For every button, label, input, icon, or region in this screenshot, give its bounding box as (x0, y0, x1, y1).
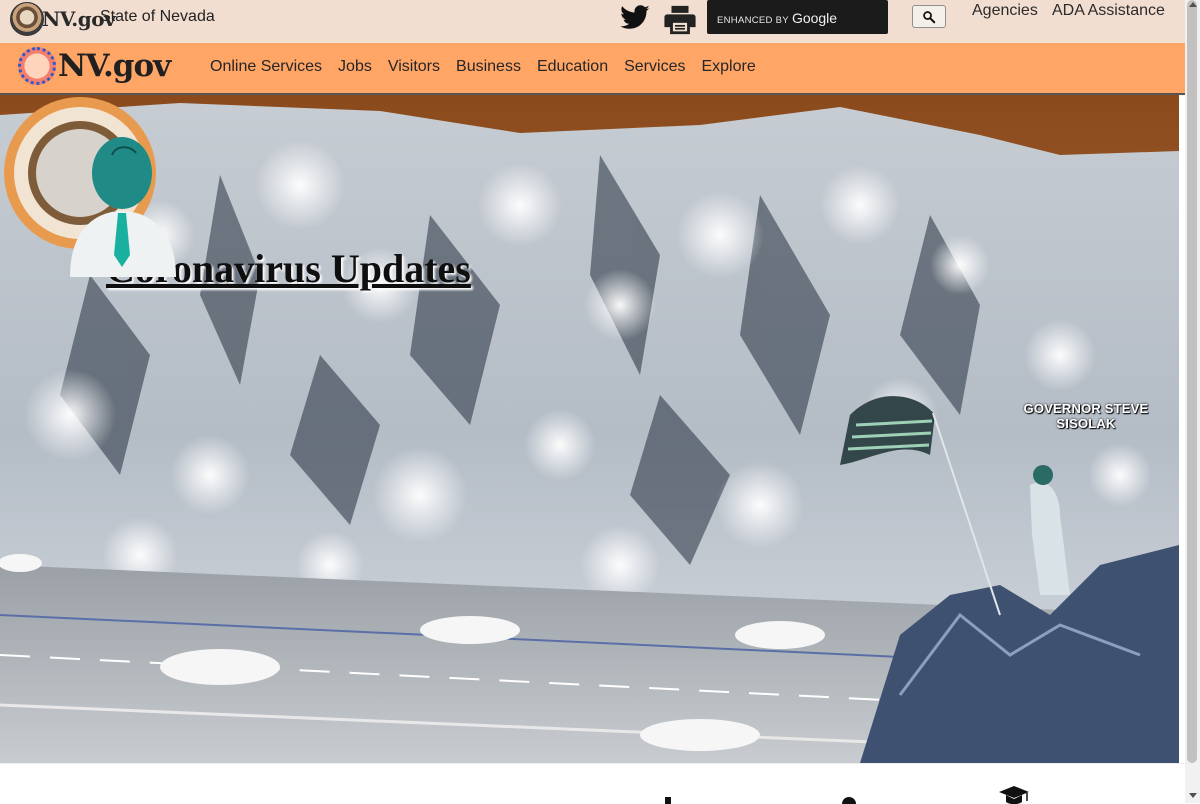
scroll-down-arrow-icon[interactable] (1189, 793, 1197, 798)
nav-item-jobs[interactable]: Jobs (330, 58, 380, 76)
graduation-cap-icon[interactable] (998, 784, 1030, 804)
nv-gov-logo[interactable]: NV.gov (18, 47, 171, 85)
agencies-link[interactable]: Agencies (972, 2, 1038, 20)
state-title: State of Nevada (100, 8, 215, 25)
state-seal-icon (10, 2, 44, 36)
nav-item-visitors[interactable]: Visitors (380, 58, 448, 76)
scroll-up-arrow-icon[interactable] (1189, 2, 1197, 7)
scrollbar-thumb[interactable] (1187, 0, 1197, 763)
twitter-icon[interactable] (617, 2, 653, 34)
nav-item-online-services[interactable]: Online Services (202, 58, 330, 76)
ada-assistance-link[interactable]: ADA Assistance (1052, 2, 1165, 20)
nav-item-explore[interactable]: Explore (693, 58, 763, 76)
nav-item-education[interactable]: Education (529, 58, 616, 76)
search-box: ENHANCED BY Google (707, 0, 888, 34)
nav-menu: Online Services Jobs Visitors Business E… (202, 58, 764, 76)
printer-icon[interactable] (662, 3, 698, 37)
nav-item-business[interactable]: Business (448, 58, 529, 76)
quick-links-strip (0, 763, 1185, 804)
search-input[interactable] (707, 0, 888, 34)
hero-banner: Coronavirus Updates GOVERNOR STEVE SISOL… (0, 95, 1179, 763)
nav-item-services[interactable]: Services (616, 58, 693, 76)
main-navigation: NV.gov Online Services Jobs Visitors Bus… (0, 43, 1185, 95)
top-utility-bar: NV.gov State of Nevada ENHANCED BY Google… (0, 0, 1185, 44)
governor-caption: GOVERNOR STEVE SISOLAK (1023, 401, 1149, 431)
search-button[interactable] (912, 5, 946, 28)
search-icon (923, 10, 936, 23)
governor-badge-image[interactable] (0, 95, 182, 277)
nav-logo-text: NV.gov (58, 48, 171, 84)
seal-logo-icon (18, 47, 56, 85)
